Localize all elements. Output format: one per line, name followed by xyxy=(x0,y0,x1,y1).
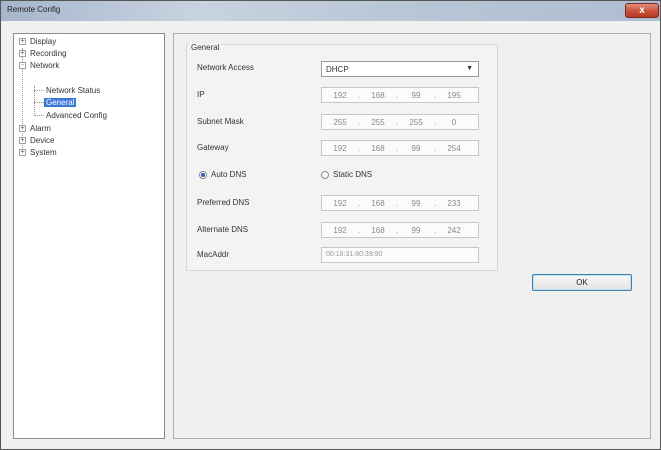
alternate-dns-field[interactable]: 192 . 168 . 99 . 242 xyxy=(321,222,479,238)
auto-dns-label[interactable]: Auto DNS xyxy=(211,170,247,179)
expand-icon[interactable]: + xyxy=(19,149,26,156)
ok-button[interactable]: OK xyxy=(532,274,632,291)
mac-address-label: MacAddr xyxy=(197,250,230,259)
auto-dns-radio[interactable] xyxy=(199,171,207,179)
preferred-dns-field[interactable]: 192 . 168 . 99 . 233 xyxy=(321,195,479,211)
ip-field[interactable]: 192 . 168 . 99 . 195 xyxy=(321,87,479,103)
close-button[interactable]: x xyxy=(625,3,659,18)
client-area: + Display + Recording - Network Network … xyxy=(7,27,655,445)
alternate-dns-octet: 192 xyxy=(333,226,347,235)
gateway-octet: 192 xyxy=(333,144,347,153)
remote-config-window: Remote Config x + Display + Recording - … xyxy=(0,0,661,450)
preferred-dns-octet: 192 xyxy=(333,199,347,208)
gateway-octet: 168 xyxy=(371,144,385,153)
preferred-dns-octet: 233 xyxy=(447,199,461,208)
static-dns-label[interactable]: Static DNS xyxy=(333,170,372,179)
gateway-octet: 99 xyxy=(411,144,421,153)
octet-separator: . xyxy=(396,199,399,208)
mac-address-field: 00:18:31:80:39:90 xyxy=(321,247,479,263)
expand-icon[interactable]: + xyxy=(19,137,26,144)
gateway-octet: 254 xyxy=(447,144,461,153)
tree-item-general[interactable]: General xyxy=(44,98,77,107)
octet-separator: . xyxy=(434,226,437,235)
gateway-label: Gateway xyxy=(197,143,229,152)
subnet-mask-label: Subnet Mask xyxy=(197,117,244,126)
tree-item-device[interactable]: Device xyxy=(30,136,54,145)
octet-separator: . xyxy=(358,118,361,127)
group-title: General xyxy=(189,43,222,52)
settings-tree: + Display + Recording - Network Network … xyxy=(13,33,165,439)
title-bar[interactable]: Remote Config x xyxy=(1,1,660,21)
general-group: General Network Access DHCP ▼ IP 192 . 1… xyxy=(186,43,498,271)
close-icon: x xyxy=(639,5,645,16)
subnet-octet: 0 xyxy=(451,118,457,127)
octet-separator: . xyxy=(358,91,361,100)
expand-icon[interactable]: + xyxy=(19,38,26,45)
expand-icon[interactable]: + xyxy=(19,125,26,132)
expand-icon[interactable]: + xyxy=(19,50,26,57)
chevron-down-icon: ▼ xyxy=(466,65,473,72)
tree-item-system[interactable]: System xyxy=(30,148,57,157)
collapse-icon[interactable]: - xyxy=(19,62,26,69)
octet-separator: . xyxy=(434,144,437,153)
subnet-octet: 255 xyxy=(333,118,347,127)
octet-separator: . xyxy=(434,118,437,127)
tree-item-alarm[interactable]: Alarm xyxy=(30,124,51,133)
tree-item-network-status[interactable]: Network Status xyxy=(46,86,100,95)
gateway-field[interactable]: 192 . 168 . 99 . 254 xyxy=(321,140,479,156)
ip-octet: 195 xyxy=(447,91,461,100)
octet-separator: . xyxy=(434,199,437,208)
octet-separator: . xyxy=(358,199,361,208)
preferred-dns-octet: 168 xyxy=(371,199,385,208)
network-access-label: Network Access xyxy=(197,63,254,72)
ip-octet: 192 xyxy=(333,91,347,100)
alternate-dns-octet: 168 xyxy=(371,226,385,235)
octet-separator: . xyxy=(396,118,399,127)
static-dns-radio[interactable] xyxy=(321,171,329,179)
octet-separator: . xyxy=(396,91,399,100)
alternate-dns-octet: 99 xyxy=(411,226,421,235)
tree-item-recording[interactable]: Recording xyxy=(30,49,66,58)
tree-connector xyxy=(34,102,44,103)
ip-octet: 168 xyxy=(371,91,385,100)
octet-separator: . xyxy=(358,144,361,153)
octet-separator: . xyxy=(434,91,437,100)
octet-separator: . xyxy=(396,226,399,235)
tree-item-network[interactable]: Network xyxy=(30,61,59,70)
network-access-select[interactable]: DHCP ▼ xyxy=(321,61,479,77)
mac-address-value: 00:18:31:80:39:90 xyxy=(326,251,383,258)
octet-separator: . xyxy=(358,226,361,235)
tree-item-advanced-config[interactable]: Advanced Config xyxy=(46,111,107,120)
tree-item-display[interactable]: Display xyxy=(30,37,56,46)
alternate-dns-label: Alternate DNS xyxy=(197,225,249,234)
settings-panel: General Network Access DHCP ▼ IP 192 . 1… xyxy=(173,33,651,439)
octet-separator: . xyxy=(396,144,399,153)
tree-connector xyxy=(34,90,44,91)
subnet-mask-field[interactable]: 255 . 255 . 255 . 0 xyxy=(321,114,479,130)
subnet-octet: 255 xyxy=(371,118,385,127)
network-access-value: DHCP xyxy=(326,65,349,74)
tree-connector xyxy=(34,115,44,116)
alternate-dns-octet: 242 xyxy=(447,226,461,235)
ip-label: IP xyxy=(197,90,205,99)
preferred-dns-label: Preferred DNS xyxy=(197,198,250,207)
subnet-octet: 255 xyxy=(409,118,423,127)
window-title: Remote Config xyxy=(7,5,61,14)
ip-octet: 99 xyxy=(411,91,421,100)
preferred-dns-octet: 99 xyxy=(411,199,421,208)
